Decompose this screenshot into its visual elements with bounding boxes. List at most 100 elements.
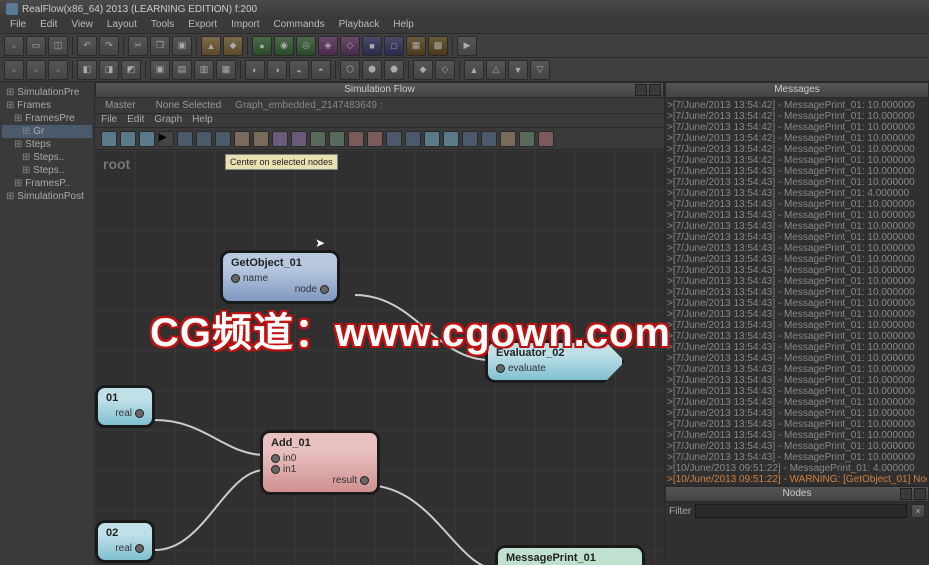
tool-emit3-icon[interactable]: ◎ [296, 36, 316, 56]
tool2-e-icon[interactable]: ◨ [99, 60, 119, 80]
tree-item[interactable]: Gr [2, 125, 92, 138]
tool2-l-icon[interactable]: ◑ [267, 60, 287, 80]
tree-item[interactable]: SimulationPre [2, 86, 92, 99]
gt-d-icon[interactable] [291, 131, 307, 147]
tool2-d-icon[interactable]: ◧ [77, 60, 97, 80]
gt-n-icon[interactable] [481, 131, 497, 147]
tool-paste-icon[interactable]: ▣ [172, 36, 192, 56]
node-add[interactable]: Add_01 in0 in1 result [260, 430, 380, 495]
gt-f-icon[interactable] [329, 131, 345, 147]
tool2-u-icon[interactable]: △ [486, 60, 506, 80]
panel-close-icon[interactable] [914, 488, 926, 500]
menu-file[interactable]: File [4, 18, 32, 33]
gt-i-icon[interactable] [386, 131, 402, 147]
gt-c-icon[interactable] [272, 131, 288, 147]
gt-play-icon[interactable]: ▶ [158, 131, 174, 147]
gt-l-icon[interactable] [443, 131, 459, 147]
tool2-b-icon[interactable]: ▫ [26, 60, 46, 80]
panel-max-icon[interactable] [635, 84, 647, 96]
tool2-r-icon[interactable]: ◆ [413, 60, 433, 80]
gt-center-icon[interactable] [215, 131, 231, 147]
port-in1[interactable]: in1 [271, 464, 369, 475]
gt-q-icon[interactable] [538, 131, 554, 147]
gt-o-icon[interactable] [500, 131, 516, 147]
gt-a-icon[interactable] [234, 131, 250, 147]
gt-folder3-icon[interactable] [139, 131, 155, 147]
port-in-name[interactable]: name [231, 273, 329, 284]
filter-input[interactable] [695, 504, 907, 518]
tool-cut-icon[interactable]: ✂ [128, 36, 148, 56]
tool2-f-icon[interactable]: ◩ [121, 60, 141, 80]
tool2-i-icon[interactable]: ▥ [194, 60, 214, 80]
tool2-w-icon[interactable]: ▽ [530, 60, 550, 80]
tool-daemon1-icon[interactable]: ◈ [318, 36, 338, 56]
menu-commands[interactable]: Commands [268, 18, 331, 33]
tree-item[interactable]: Steps.. [2, 164, 92, 177]
node-messageprint[interactable]: MessagePrint_01 value through [495, 545, 645, 565]
panel-max-icon[interactable] [900, 488, 912, 500]
gt-folder1-icon[interactable] [101, 131, 117, 147]
graphmenu-edit[interactable]: Edit [127, 114, 144, 127]
tool2-o-icon[interactable]: ⬡ [340, 60, 360, 80]
tree-item[interactable]: FramesP.. [2, 177, 92, 190]
tool2-p-icon[interactable]: ⬢ [362, 60, 382, 80]
tool2-n-icon[interactable]: ◓ [311, 60, 331, 80]
tool2-t-icon[interactable]: ▲ [464, 60, 484, 80]
gt-j-icon[interactable] [405, 131, 421, 147]
menu-playback[interactable]: Playback [333, 18, 386, 33]
menu-export[interactable]: Export [182, 18, 223, 33]
tab-none-selected[interactable]: None Selected [150, 99, 228, 112]
tool-copy-icon[interactable]: ❐ [150, 36, 170, 56]
tool2-a-icon[interactable]: ▫ [4, 60, 24, 80]
tool2-m-icon[interactable]: ◒ [289, 60, 309, 80]
node-getobject[interactable]: GetObject_01 name node [220, 250, 340, 304]
graphmenu-file[interactable]: File [101, 114, 117, 127]
tool2-c-icon[interactable]: ▫ [48, 60, 68, 80]
tool-mesh2-icon[interactable]: ▩ [428, 36, 448, 56]
graphmenu-graph[interactable]: Graph [154, 114, 182, 127]
node-evaluator[interactable]: Evaluator_02 evaluate [485, 340, 625, 383]
tool-obj2-icon[interactable]: □ [384, 36, 404, 56]
node-partial-01[interactable]: 01 real [95, 385, 155, 428]
gt-folder2-icon[interactable] [120, 131, 136, 147]
tool-redo-icon[interactable]: ↷ [99, 36, 119, 56]
menu-edit[interactable]: Edit [34, 18, 63, 33]
menu-layout[interactable]: Layout [101, 18, 143, 33]
messages-list[interactable]: >[7/June/2013 13:54:42] - MessagePrint_0… [665, 98, 929, 485]
gt-e-icon[interactable] [310, 131, 326, 147]
gt-zoom1-icon[interactable] [177, 131, 193, 147]
tool-fire-icon[interactable]: ▲ [201, 36, 221, 56]
tool2-s-icon[interactable]: ◇ [435, 60, 455, 80]
tree-item[interactable]: Frames [2, 99, 92, 112]
filter-clear-icon[interactable]: × [911, 504, 925, 518]
gt-h-icon[interactable] [367, 131, 383, 147]
port-out-real[interactable]: real [106, 408, 144, 419]
tool2-q-icon[interactable]: ⬣ [384, 60, 404, 80]
gt-g-icon[interactable] [348, 131, 364, 147]
tool2-k-icon[interactable]: ◐ [245, 60, 265, 80]
tool-fire2-icon[interactable]: ◆ [223, 36, 243, 56]
tree-item[interactable]: Steps [2, 138, 92, 151]
menu-tools[interactable]: Tools [145, 18, 180, 33]
tool-save-icon[interactable]: ◫ [48, 36, 68, 56]
panel-close-icon[interactable] [649, 84, 661, 96]
tool-emit1-icon[interactable]: ● [252, 36, 272, 56]
tool-daemon2-icon[interactable]: ◇ [340, 36, 360, 56]
port-out-node[interactable]: node [231, 284, 329, 295]
tool2-h-icon[interactable]: ▤ [172, 60, 192, 80]
tool2-v-icon[interactable]: ▼ [508, 60, 528, 80]
port-out-real[interactable]: real [106, 543, 144, 554]
tree-item[interactable]: SimulationPost [2, 190, 92, 203]
gt-b-icon[interactable] [253, 131, 269, 147]
gt-zoom2-icon[interactable] [196, 131, 212, 147]
gt-m-icon[interactable] [462, 131, 478, 147]
menu-import[interactable]: Import [225, 18, 265, 33]
gt-k-icon[interactable] [424, 131, 440, 147]
graphmenu-help[interactable]: Help [192, 114, 213, 127]
node-partial-02[interactable]: 02 real [95, 520, 155, 563]
tool-undo-icon[interactable]: ↶ [77, 36, 97, 56]
tool-new-icon[interactable]: ▫ [4, 36, 24, 56]
port-in0[interactable]: in0 [271, 453, 369, 464]
menu-view[interactable]: View [65, 18, 99, 33]
tool-emit2-icon[interactable]: ◉ [274, 36, 294, 56]
